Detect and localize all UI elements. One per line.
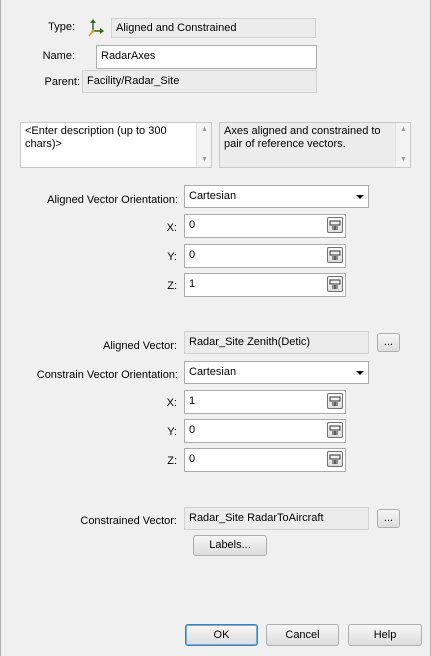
help-button[interactable]: Help bbox=[348, 624, 422, 646]
aligned-orientation-label: Aligned Vector Orientation: bbox=[47, 194, 178, 206]
aligned-y-label: Y: bbox=[167, 251, 177, 263]
constrain-x-value: 1 bbox=[189, 395, 196, 407]
type-label: Type: bbox=[48, 21, 75, 33]
aligned-vector-label: Aligned Vector: bbox=[103, 340, 177, 352]
constrain-x-input[interactable]: 1 bbox=[184, 390, 346, 414]
constrained-vector-field: Radar_Site RadarToAircraft bbox=[184, 507, 369, 530]
scroll-up-arrow-icon[interactable]: ▲ bbox=[197, 123, 211, 137]
ok-button[interactable]: OK bbox=[185, 624, 258, 646]
axes-icon bbox=[86, 18, 106, 38]
constrain-orientation-select[interactable]: Cartesian bbox=[184, 361, 369, 384]
name-label: Name: bbox=[42, 50, 75, 62]
aligned-y-input[interactable]: 0 bbox=[184, 244, 346, 268]
aligned-x-input[interactable]: 0 bbox=[184, 214, 346, 238]
info-text: Axes aligned and constrained to pair of … bbox=[224, 125, 381, 150]
info-scrollbar[interactable]: ▲ ▼ bbox=[395, 123, 410, 167]
scroll-down-arrow-icon[interactable]: ▼ bbox=[396, 153, 410, 167]
constrain-y-input[interactable]: 0 bbox=[184, 419, 346, 443]
constrain-y-label: Y: bbox=[167, 426, 177, 438]
window-left-border bbox=[0, 0, 1, 656]
aligned-orientation-select[interactable]: Cartesian bbox=[184, 185, 369, 208]
cancel-button[interactable]: Cancel bbox=[266, 624, 339, 646]
description-scrollbar[interactable]: ▲ ▼ bbox=[196, 123, 211, 167]
constrain-orientation-label: Constrain Vector Orientation: bbox=[36, 369, 178, 381]
description-textarea[interactable]: <Enter description (up to 300 chars)> ▲ … bbox=[20, 122, 212, 168]
aligned-vector-browse-button[interactable]: ... bbox=[377, 333, 400, 352]
aligned-x-label: X: bbox=[166, 222, 177, 234]
calculator-icon[interactable] bbox=[327, 393, 343, 409]
aligned-x-value: 0 bbox=[189, 219, 196, 231]
constrain-z-input[interactable]: 0 bbox=[184, 448, 346, 472]
parent-field: Facility/Radar_Site bbox=[82, 70, 317, 93]
aligned-orientation-value: Cartesian bbox=[189, 190, 237, 202]
aligned-vector-field: Radar_Site Zenith(Detic) bbox=[184, 331, 369, 354]
aligned-z-value: 1 bbox=[189, 278, 196, 290]
constrain-z-label: Z: bbox=[167, 455, 177, 467]
chevron-down-icon bbox=[356, 371, 364, 375]
info-textarea: Axes aligned and constrained to pair of … bbox=[219, 122, 411, 168]
name-input[interactable]: RadarAxes bbox=[96, 45, 317, 69]
calculator-icon[interactable] bbox=[327, 422, 343, 438]
scroll-up-arrow-icon[interactable]: ▲ bbox=[396, 123, 410, 137]
calculator-icon[interactable] bbox=[327, 217, 343, 233]
constrained-vector-browse-button[interactable]: ... bbox=[377, 509, 400, 528]
constrain-y-value: 0 bbox=[189, 424, 196, 436]
constrain-x-label: X: bbox=[166, 397, 177, 409]
calculator-icon[interactable] bbox=[327, 276, 343, 292]
constrain-z-value: 0 bbox=[189, 453, 196, 465]
aligned-z-label: Z: bbox=[167, 280, 177, 292]
chevron-down-icon bbox=[356, 195, 364, 199]
description-placeholder: <Enter description (up to 300 chars)> bbox=[25, 125, 167, 150]
type-field: Aligned and Constrained bbox=[111, 18, 316, 38]
labels-button[interactable]: Labels... bbox=[193, 535, 267, 556]
aligned-z-input[interactable]: 1 bbox=[184, 273, 346, 297]
constrained-vector-label: Constrained Vector: bbox=[80, 515, 177, 527]
constrain-orientation-value: Cartesian bbox=[189, 366, 237, 378]
calculator-icon[interactable] bbox=[327, 247, 343, 263]
parent-label: Parent: bbox=[44, 76, 80, 88]
scroll-down-arrow-icon[interactable]: ▼ bbox=[197, 153, 211, 167]
aligned-y-value: 0 bbox=[189, 249, 196, 261]
calculator-icon[interactable] bbox=[327, 451, 343, 467]
